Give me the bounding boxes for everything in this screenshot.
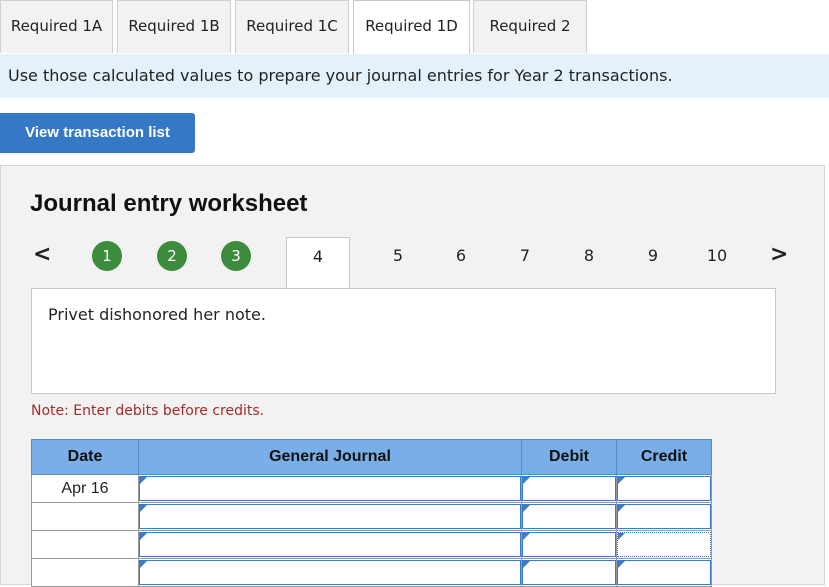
- transaction-description: Privet dishonored her note.: [48, 305, 266, 324]
- table-row: [31, 558, 712, 587]
- debit-cell: [521, 474, 617, 503]
- tab-required-1d[interactable]: Required 1D: [353, 0, 470, 55]
- tab-required-1c[interactable]: Required 1C: [235, 0, 349, 53]
- table-row: Apr 16: [31, 474, 712, 503]
- account-cell: [138, 530, 522, 559]
- debit-input[interactable]: [522, 560, 616, 585]
- debit-cell: [521, 530, 617, 559]
- step-9-button[interactable]: 9: [638, 241, 668, 271]
- worksheet-title: Journal entry worksheet: [30, 190, 308, 217]
- transaction-description-box: [31, 288, 776, 394]
- debit-input[interactable]: [522, 476, 616, 501]
- credit-cell: [616, 502, 712, 531]
- account-cell: [138, 558, 522, 587]
- step-6-button[interactable]: 6: [446, 241, 476, 271]
- credit-input[interactable]: [617, 504, 711, 529]
- account-input[interactable]: [139, 476, 521, 501]
- debit-input[interactable]: [522, 504, 616, 529]
- table-row: [31, 502, 712, 531]
- debit-header: Debit: [521, 439, 617, 475]
- step-8-button[interactable]: 8: [574, 241, 604, 271]
- date-header: Date: [31, 439, 139, 475]
- view-transaction-list-button[interactable]: View transaction list: [0, 113, 195, 153]
- tab-bar: Required 1A Required 1B Required 1C Requ…: [0, 0, 829, 55]
- tab-required-1a[interactable]: Required 1A: [0, 0, 113, 53]
- step-1-button[interactable]: 1: [92, 241, 122, 271]
- account-cell: [138, 474, 522, 503]
- account-cell: [138, 502, 522, 531]
- instruction-banner: Use those calculated values to prepare y…: [0, 54, 829, 98]
- next-arrow-icon[interactable]: >: [770, 240, 788, 270]
- credit-header: Credit: [616, 439, 712, 475]
- step-3-button[interactable]: 3: [221, 241, 251, 271]
- tab-required-2[interactable]: Required 2: [473, 0, 587, 53]
- journal-table: Date General Journal Debit Credit Apr 16: [31, 439, 712, 587]
- debit-cell: [521, 502, 617, 531]
- step-10-button[interactable]: 10: [701, 241, 733, 271]
- debit-cell: [521, 558, 617, 587]
- account-input[interactable]: [139, 504, 521, 529]
- date-cell: [31, 502, 139, 531]
- step-4-button[interactable]: 4: [286, 237, 350, 289]
- general-journal-header: General Journal: [138, 439, 522, 475]
- step-7-button[interactable]: 7: [510, 241, 540, 271]
- date-cell: Apr 16: [31, 474, 139, 503]
- credit-input[interactable]: [617, 532, 711, 557]
- credit-input[interactable]: [617, 560, 711, 585]
- table-row: [31, 530, 712, 559]
- account-input[interactable]: [139, 560, 521, 585]
- credit-input[interactable]: [617, 476, 711, 501]
- account-input[interactable]: [139, 532, 521, 557]
- step-2-button[interactable]: 2: [157, 241, 187, 271]
- step-5-button[interactable]: 5: [383, 241, 413, 271]
- prev-arrow-icon[interactable]: <: [33, 240, 51, 270]
- date-cell: [31, 558, 139, 587]
- credit-cell: [616, 530, 712, 559]
- debit-credit-note: Note: Enter debits before credits.: [31, 403, 265, 419]
- tab-required-1b[interactable]: Required 1B: [117, 0, 231, 53]
- credit-cell: [616, 474, 712, 503]
- debit-input[interactable]: [522, 532, 616, 557]
- credit-cell: [616, 558, 712, 587]
- date-cell: [31, 530, 139, 559]
